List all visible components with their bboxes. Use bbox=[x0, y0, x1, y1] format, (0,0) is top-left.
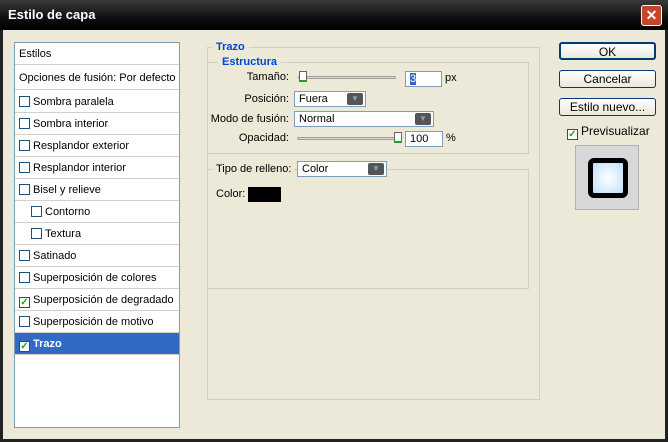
color-label: Color: bbox=[216, 188, 246, 200]
checkbox[interactable] bbox=[31, 228, 42, 239]
title-bar: Estilo de capa ✕ bbox=[0, 0, 668, 30]
style-item-label: Contorno bbox=[45, 206, 91, 218]
style-item-label: Textura bbox=[45, 228, 82, 240]
structure-title: Estructura bbox=[218, 56, 282, 68]
style-item[interactable]: Superposición de colores bbox=[15, 267, 179, 289]
size-unit: px bbox=[445, 72, 457, 84]
blend-options-item[interactable]: Opciones de fusión: Por defecto bbox=[15, 66, 179, 90]
close-button[interactable]: ✕ bbox=[641, 5, 662, 26]
style-item-label: Trazo bbox=[33, 338, 62, 350]
fill-type-label: Tipo de relleno: bbox=[213, 163, 295, 175]
style-item[interactable]: Satinado bbox=[15, 245, 179, 267]
style-item[interactable]: ✓ Trazo bbox=[15, 333, 179, 355]
opacity-input[interactable]: 100 bbox=[405, 131, 443, 147]
size-label: Tamaño: bbox=[246, 71, 289, 83]
color-swatch[interactable] bbox=[248, 187, 281, 202]
style-item[interactable]: Bisel y relieve bbox=[15, 179, 179, 201]
checkbox[interactable]: ✓ bbox=[19, 297, 30, 308]
style-item-label: Sombra paralela bbox=[33, 96, 114, 108]
opacity-slider-thumb[interactable] bbox=[394, 132, 402, 143]
checkbox[interactable] bbox=[19, 316, 30, 327]
cancel-button[interactable]: Cancelar bbox=[559, 70, 656, 88]
chevron-down-icon: ▼ bbox=[347, 93, 363, 105]
style-item[interactable]: Textura bbox=[15, 223, 179, 245]
opacity-label: Opacidad: bbox=[238, 132, 289, 144]
ok-button[interactable]: OK bbox=[559, 42, 656, 60]
new-style-button[interactable]: Estilo nuevo... bbox=[559, 98, 656, 116]
check-icon: ✓ bbox=[567, 129, 578, 140]
style-item[interactable]: Resplandor exterior bbox=[15, 135, 179, 157]
style-item[interactable]: Sombra paralela bbox=[15, 91, 179, 113]
position-select[interactable]: Fuera ▼ bbox=[294, 91, 366, 107]
size-slider-thumb[interactable] bbox=[298, 71, 307, 82]
chevron-down-icon: ▼ bbox=[415, 113, 431, 125]
size-value: 3 bbox=[410, 73, 417, 85]
size-slider[interactable] bbox=[298, 76, 396, 79]
styles-header[interactable]: Estilos bbox=[15, 43, 179, 65]
style-preview bbox=[575, 145, 639, 210]
checkbox[interactable] bbox=[19, 272, 30, 283]
chevron-down-icon: ▼ bbox=[368, 163, 384, 175]
preview-checkbox[interactable]: ✓ Previsualizar bbox=[567, 124, 650, 140]
style-item-label: Resplandor exterior bbox=[33, 140, 129, 152]
opacity-slider[interactable] bbox=[297, 137, 401, 140]
blend-mode-select[interactable]: Normal ▼ bbox=[294, 111, 434, 127]
style-item-label: Bisel y relieve bbox=[33, 184, 101, 196]
blend-mode-label: Modo de fusión: bbox=[210, 113, 289, 125]
opacity-unit: % bbox=[446, 132, 456, 144]
fill-type-value: Color bbox=[302, 163, 329, 175]
style-item-label: Resplandor interior bbox=[33, 162, 126, 174]
styles-list: Estilos Opciones de fusión: Por defecto … bbox=[14, 42, 180, 428]
style-item[interactable]: Contorno bbox=[15, 201, 179, 223]
size-input[interactable]: 3 bbox=[405, 71, 442, 87]
style-item[interactable]: Superposición de motivo bbox=[15, 311, 179, 333]
style-item[interactable]: Sombra interior bbox=[15, 113, 179, 135]
position-label: Posición: bbox=[244, 93, 289, 105]
checkbox[interactable] bbox=[31, 206, 42, 217]
checkbox[interactable] bbox=[19, 250, 30, 261]
style-item-label: Superposición de colores bbox=[33, 272, 157, 284]
style-item[interactable]: ✓ Superposición de degradado bbox=[15, 289, 179, 311]
style-item-label: Superposición de motivo bbox=[33, 316, 154, 328]
style-item-label: Satinado bbox=[33, 250, 77, 262]
window-title: Estilo de capa bbox=[8, 7, 96, 22]
checkbox[interactable] bbox=[19, 140, 30, 151]
fill-type-select[interactable]: Color ▼ bbox=[297, 161, 387, 177]
checkbox[interactable]: ✓ bbox=[19, 341, 30, 352]
preview-label: Previsualizar bbox=[581, 124, 650, 138]
checkbox[interactable] bbox=[19, 162, 30, 173]
style-item-label: Superposición de degradado bbox=[33, 294, 174, 306]
stroke-title: Trazo bbox=[212, 41, 249, 53]
blend-mode-value: Normal bbox=[299, 113, 335, 125]
preview-square bbox=[588, 158, 628, 198]
checkbox[interactable] bbox=[19, 118, 30, 129]
position-value: Fuera bbox=[299, 93, 328, 105]
checkbox[interactable] bbox=[19, 184, 30, 195]
style-item-label: Sombra interior bbox=[33, 118, 109, 130]
style-item[interactable]: Resplandor interior bbox=[15, 157, 179, 179]
checkbox[interactable] bbox=[19, 96, 30, 107]
